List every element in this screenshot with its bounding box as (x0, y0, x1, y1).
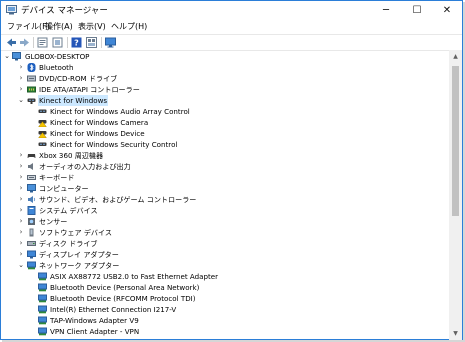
network-adapter-icon (38, 283, 47, 292)
tree-item-label: Xbox 360 周辺機器 (39, 151, 104, 160)
tree-root-label: GLOBOX-DESKTOP (25, 52, 90, 61)
update-driver-icon[interactable] (52, 37, 63, 48)
tree-item-label: Intel(R) Ethernet Connection I217-V (50, 305, 177, 314)
scroll-up-icon[interactable]: ▲ (449, 50, 462, 63)
kinect-device-icon (38, 109, 47, 113)
monitor-icon[interactable] (105, 37, 116, 48)
speaker-icon (28, 163, 33, 170)
expand-arrow-icon[interactable]: › (17, 183, 25, 194)
expand-arrow-icon[interactable]: › (17, 249, 25, 260)
vertical-scrollbar[interactable]: ▲ ▼ (449, 50, 462, 340)
network-adapter-icon (38, 272, 47, 281)
toolbar-separator (101, 37, 102, 48)
menu-bar: ファイル(F) 操作(A) 表示(V) ヘルプ(H) (1, 20, 462, 34)
system-device-icon (27, 206, 36, 215)
expand-arrow-icon[interactable]: › (17, 238, 25, 249)
tree-item-label: Kinect for Windows Audio Array Control (50, 107, 190, 116)
menu-file[interactable]: ファイル(F) (7, 21, 50, 32)
toolbar-separator (67, 37, 68, 48)
network-adapter-icon (38, 294, 47, 303)
bluetooth-icon (27, 63, 36, 72)
tree-item-label: オーディオの入力および出力 (39, 162, 131, 171)
tree-item-label: ソフトウェア デバイス (39, 228, 112, 237)
menu-help[interactable]: ヘルプ(H) (111, 21, 147, 32)
close-button[interactable]: ✕ (432, 1, 462, 20)
tree-item-label: ディスプレイ アダプター (39, 250, 119, 259)
keyboard-icon (27, 175, 36, 180)
collapse-arrow-icon[interactable]: ⌄ (3, 51, 11, 62)
expand-arrow-icon[interactable]: › (17, 227, 25, 238)
network-adapter-icon (38, 316, 47, 325)
device-manager-icon (6, 5, 17, 15)
warning-device-icon (38, 120, 47, 127)
tree-item-label: VPN Client Adapter - VPN (50, 327, 140, 336)
gamepad-icon (27, 154, 36, 158)
tree-item-label: キーボード (39, 173, 75, 182)
dvd-drive-icon (27, 75, 36, 82)
expand-arrow-icon[interactable]: › (17, 205, 25, 216)
collapse-arrow-icon[interactable]: ⌄ (17, 260, 25, 271)
kinect-device-icon (38, 142, 47, 146)
scroll-thumb[interactable] (452, 66, 459, 216)
toolbar-separator (33, 37, 34, 48)
sound-icon (28, 196, 36, 203)
collapse-arrow-icon[interactable]: ⌄ (17, 95, 25, 106)
computer-icon (12, 52, 21, 61)
network-adapter-icon (27, 261, 36, 270)
minimize-button[interactable]: ─ (371, 1, 401, 20)
sensor-icon (28, 218, 35, 225)
network-adapter-icon (38, 305, 47, 314)
svg-text:?: ? (74, 39, 79, 48)
tree-item-label: Kinect for Windows Security Control (50, 140, 178, 149)
tree-item-label: DVD/CD-ROM ドライブ (39, 74, 118, 83)
scroll-down-icon[interactable]: ▼ (449, 327, 462, 340)
tree-item-label: Kinect for Windows (38, 95, 109, 106)
expand-arrow-icon[interactable]: › (17, 161, 25, 172)
tree-item-label: Bluetooth Device (RFCOMM Protocol TDI) (50, 294, 196, 303)
back-icon[interactable] (6, 37, 17, 48)
disk-drive-icon (27, 241, 36, 246)
expand-arrow-icon[interactable]: › (17, 194, 25, 205)
display-adapter-icon (27, 250, 36, 259)
menu-view[interactable]: 表示(V) (78, 21, 106, 32)
ide-controller-icon (27, 86, 36, 93)
view-icon[interactable] (86, 37, 97, 48)
tree-item-label: サウンド、ビデオ、およびゲーム コントローラー (39, 195, 197, 204)
network-adapter-icon (38, 327, 47, 336)
tree-item-label: Bluetooth Device (Personal Area Network) (50, 283, 200, 292)
tree-item-label: ネットワーク アダプター (39, 261, 120, 270)
tree-item-label: システム デバイス (39, 206, 98, 215)
forward-icon[interactable] (19, 37, 30, 48)
tree-item-label: Bluetooth (39, 63, 74, 72)
properties-icon[interactable] (37, 37, 48, 48)
expand-arrow-icon[interactable]: › (17, 216, 25, 227)
menu-action[interactable]: 操作(A) (45, 21, 73, 32)
window-title: デバイス マネージャー (21, 6, 108, 16)
tree-item-label: センサー (39, 217, 68, 226)
expand-arrow-icon[interactable]: › (17, 84, 25, 95)
device-manager-window: デバイス マネージャー ─ ☐ ✕ ファイル(F) 操作(A) 表示(V) ヘル… (0, 0, 463, 340)
tree-item-label: コンピューター (39, 184, 89, 193)
expand-arrow-icon[interactable]: › (17, 62, 25, 73)
software-device-icon (29, 228, 34, 237)
expand-arrow-icon[interactable]: › (17, 73, 25, 84)
expand-arrow-icon[interactable]: › (17, 150, 25, 161)
tree-item-label: ディスク ドライブ (39, 239, 98, 248)
computer-icon (27, 184, 36, 193)
warning-device-icon (38, 131, 47, 138)
expand-arrow-icon[interactable]: › (17, 172, 25, 183)
tree-item-label: Kinect for Windows Device (50, 129, 145, 138)
tree-item-label: IDE ATA/ATAPI コントローラー (39, 85, 140, 94)
tree-item-label: TAP-Windows Adapter V9 (50, 316, 139, 325)
device-tree: ⌄ GLOBOX-DESKTOP › Bluetooth › DVD/CD-RO… (2, 50, 448, 340)
title-bar[interactable]: デバイス マネージャー ─ ☐ ✕ (1, 1, 462, 20)
toolbar: ? (1, 34, 462, 51)
tree-item-label: Kinect for Windows Camera (50, 118, 149, 127)
maximize-button[interactable]: ☐ (402, 1, 432, 20)
kinect-icon (27, 98, 36, 104)
help-icon[interactable]: ? (71, 37, 82, 48)
tree-item-label: ASIX AX88772 USB2.0 to Fast Ethernet Ada… (50, 272, 219, 281)
